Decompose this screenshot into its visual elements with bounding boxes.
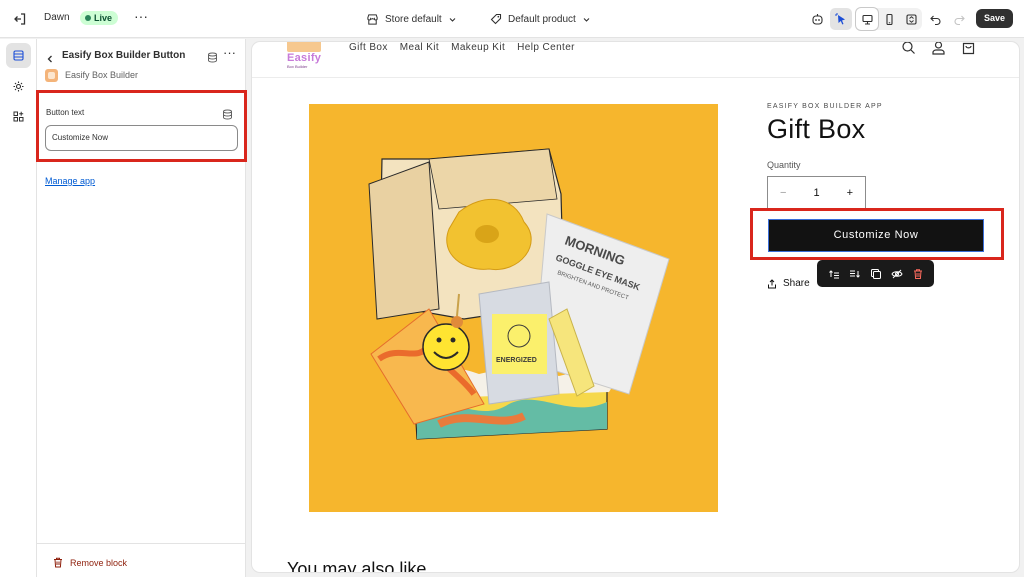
template-selector-label: Default product bbox=[508, 13, 576, 25]
remove-block-button[interactable]: Remove block bbox=[53, 557, 127, 568]
chevron-down-icon bbox=[449, 17, 456, 22]
delete-icon[interactable] bbox=[912, 268, 924, 280]
header-icons bbox=[901, 42, 976, 55]
redo-icon[interactable] bbox=[948, 8, 970, 30]
database-icon[interactable] bbox=[207, 50, 218, 68]
main-nav: Gift Box Meal Kit Makeup Kit Help Center bbox=[349, 42, 575, 53]
tag-icon bbox=[490, 13, 502, 25]
related-products-heading: You may also like bbox=[287, 559, 427, 572]
chevron-down-icon bbox=[583, 17, 590, 22]
back-arrow-icon[interactable] bbox=[45, 51, 55, 63]
quantity-value[interactable]: 1 bbox=[813, 187, 819, 199]
topbar-tools bbox=[806, 8, 970, 30]
hide-icon[interactable] bbox=[890, 268, 903, 280]
exit-icon[interactable] bbox=[12, 11, 28, 27]
app-logo-icon bbox=[45, 69, 58, 82]
product-image[interactable]: MORNING GOGGLE EYE MASK BRIGHTEN AND PRO… bbox=[309, 104, 718, 512]
template-selector[interactable]: Default product bbox=[490, 10, 591, 28]
save-button[interactable]: Save bbox=[976, 9, 1013, 28]
quantity-decrease-button[interactable]: − bbox=[780, 187, 786, 199]
store-icon bbox=[367, 13, 378, 25]
pouch-text-energized: ENERGIZED bbox=[496, 357, 537, 364]
apps-icon[interactable] bbox=[6, 104, 31, 129]
block-title: Easify Box Builder Button bbox=[62, 50, 186, 61]
editor-rail bbox=[0, 39, 37, 577]
logo-subtitle: Box Builder bbox=[287, 64, 308, 69]
quantity-label: Quantity bbox=[767, 160, 801, 170]
nav-item-meal-kit[interactable]: Meal Kit bbox=[400, 42, 439, 53]
trash-icon bbox=[54, 557, 62, 568]
theme-name: Dawn bbox=[44, 12, 70, 23]
nav-item-makeup-kit[interactable]: Makeup Kit bbox=[451, 42, 505, 53]
product-vendor: EASIFY BOX BUILDER APP bbox=[767, 103, 883, 110]
account-icon[interactable] bbox=[931, 42, 946, 55]
device-switcher bbox=[856, 8, 922, 30]
undo-icon[interactable] bbox=[924, 8, 946, 30]
logo-box-graphic bbox=[287, 42, 321, 52]
block-floating-toolbar bbox=[817, 260, 934, 287]
storefront-preview: Easify Box Builder Gift Box Meal Kit Mak… bbox=[252, 42, 1019, 572]
fullscreen-icon[interactable] bbox=[900, 8, 922, 30]
block-settings-panel: Easify Box Builder Button ··· Easify Box… bbox=[36, 39, 247, 577]
sections-icon[interactable] bbox=[6, 43, 31, 68]
sidekick-icon[interactable] bbox=[806, 8, 828, 30]
product-title: Gift Box bbox=[767, 114, 866, 144]
cart-icon[interactable] bbox=[961, 42, 976, 55]
top-bar: Dawn Live ··· Store default Default prod… bbox=[0, 0, 1024, 38]
share-label: Share bbox=[783, 278, 810, 289]
nav-item-gift-box[interactable]: Gift Box bbox=[349, 42, 388, 53]
share-button[interactable]: Share bbox=[767, 278, 810, 289]
nav-item-help-center[interactable]: Help Center bbox=[517, 42, 575, 53]
header-divider bbox=[252, 77, 1019, 78]
mobile-icon[interactable] bbox=[878, 8, 900, 30]
theme-settings-icon[interactable] bbox=[6, 74, 31, 99]
quantity-stepper: − 1 + bbox=[767, 176, 866, 209]
live-badge: Live bbox=[80, 11, 119, 25]
store-selector[interactable]: Store default bbox=[366, 10, 457, 28]
desktop-icon[interactable] bbox=[856, 8, 878, 30]
logo-word: Easify bbox=[287, 52, 322, 64]
manage-app-link[interactable]: Manage app bbox=[45, 176, 95, 186]
inspector-icon[interactable] bbox=[830, 8, 852, 30]
customize-now-button[interactable]: Customize Now bbox=[768, 219, 984, 252]
move-down-icon[interactable] bbox=[849, 268, 861, 280]
share-icon bbox=[768, 278, 776, 288]
duplicate-icon[interactable] bbox=[870, 268, 882, 280]
quantity-increase-button[interactable]: + bbox=[847, 187, 853, 199]
store-selector-label: Store default bbox=[385, 13, 442, 25]
field-highlight-box bbox=[36, 90, 247, 162]
search-icon[interactable] bbox=[901, 42, 916, 55]
store-logo[interactable]: Easify Box Builder bbox=[285, 42, 325, 72]
theme-more-button[interactable]: ··· bbox=[134, 8, 148, 24]
move-up-icon[interactable] bbox=[828, 268, 840, 280]
app-name: Easify Box Builder bbox=[65, 70, 139, 80]
panel-footer: Remove block bbox=[37, 543, 246, 577]
block-more-button[interactable]: ··· bbox=[223, 45, 236, 60]
remove-block-label: Remove block bbox=[70, 557, 128, 568]
